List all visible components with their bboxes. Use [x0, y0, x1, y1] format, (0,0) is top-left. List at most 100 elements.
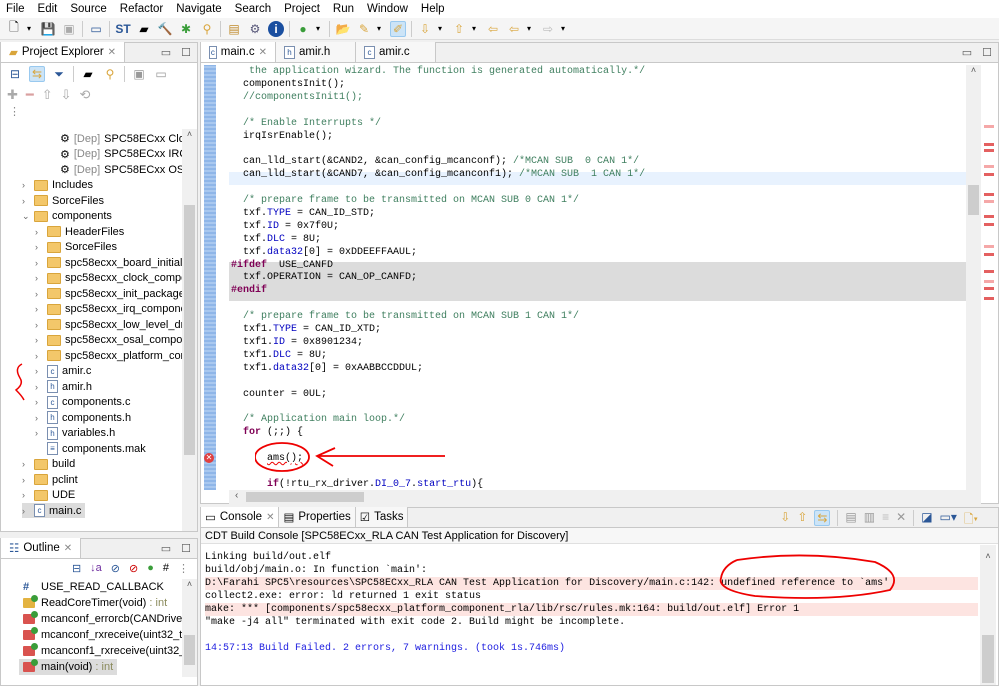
- flash-icon[interactable]: ▰: [80, 66, 96, 82]
- code-line[interactable]: txf.DLC = 8U;: [231, 233, 321, 246]
- code-line[interactable]: /* Application main loop.*/: [231, 413, 405, 426]
- chevron-icon[interactable]: ›: [35, 397, 43, 407]
- tree-item[interactable]: › pclint: [22, 472, 78, 487]
- outline-item[interactable]: mcanconf_rxreceive(uint32_t,: [23, 627, 185, 643]
- chevron-icon[interactable]: ›: [22, 180, 30, 190]
- ruler-mark[interactable]: [984, 287, 994, 290]
- ruler-mark[interactable]: [984, 200, 994, 203]
- code-line[interactable]: //componentsInit1();: [231, 91, 363, 104]
- code-line[interactable]: irqIsrEnable();: [231, 130, 333, 143]
- ruler-mark[interactable]: [984, 215, 994, 218]
- outline-item[interactable]: # USE_READ_CALLBACK: [23, 579, 164, 595]
- maximize-icon[interactable]: ☐: [181, 542, 191, 555]
- tree-item[interactable]: ⌄ components: [22, 209, 112, 224]
- overview-ruler[interactable]: [982, 65, 997, 490]
- tree-item[interactable]: › SorceFiles: [22, 193, 104, 208]
- menu-window[interactable]: Window: [367, 3, 408, 15]
- tree-item[interactable]: › h variables.h: [35, 426, 115, 441]
- clean-broom-icon[interactable]: ⚲: [199, 21, 215, 37]
- ruler-mark[interactable]: [984, 270, 994, 273]
- dropdown-icon[interactable]: ▾: [527, 24, 535, 33]
- tab-console[interactable]: ▭ Console ✕: [201, 507, 280, 527]
- collapse-all-icon[interactable]: ⊟: [72, 562, 81, 575]
- scrollbar-thumb[interactable]: [982, 635, 994, 683]
- outline-item[interactable]: ReadCoreTimer(void) : int: [23, 595, 167, 611]
- error-marker-icon[interactable]: ✕: [204, 453, 214, 463]
- tree-item[interactable]: ⚙[Dep]SPC58ECxx IRQ Cor: [48, 147, 182, 162]
- chevron-icon[interactable]: ›: [35, 428, 43, 438]
- up-icon[interactable]: ⇧: [42, 87, 53, 103]
- hide-fields-icon[interactable]: ⊘: [111, 562, 120, 575]
- menu-help[interactable]: Help: [421, 3, 445, 15]
- chevron-icon[interactable]: ›: [35, 382, 43, 392]
- clear-console-icon[interactable]: ▤: [845, 510, 856, 531]
- scrollbar-thumb[interactable]: [184, 635, 195, 665]
- code-line[interactable]: /* prepare frame to be transmitted on MC…: [231, 194, 579, 207]
- outline-scrollbar[interactable]: ˄: [182, 579, 197, 677]
- hide-macro-icon[interactable]: #: [163, 562, 169, 574]
- close-icon[interactable]: ✕: [266, 512, 274, 523]
- code-line[interactable]: componentsInit();: [231, 78, 345, 91]
- code-line[interactable]: #endif: [231, 284, 267, 297]
- chevron-icon[interactable]: ›: [22, 196, 30, 206]
- info-icon[interactable]: i: [268, 20, 284, 37]
- chevron-icon[interactable]: ›: [35, 351, 43, 361]
- next-annotation-icon[interactable]: ⇩: [417, 21, 433, 37]
- code-line[interactable]: txf1.DLC = 8U;: [231, 349, 327, 362]
- outline-item[interactable]: main(void) : int: [19, 659, 118, 675]
- editor-scrollbar[interactable]: ˄: [966, 65, 981, 490]
- package-icon[interactable]: ▤: [226, 21, 242, 37]
- remove-icon[interactable]: ━: [26, 87, 34, 103]
- ruler-mark[interactable]: [984, 173, 994, 176]
- open-folder-icon[interactable]: 📂: [335, 21, 351, 37]
- add-icon[interactable]: ✚: [7, 87, 18, 103]
- more-options-icon[interactable]: ⋮: [1, 105, 197, 118]
- sort-icon[interactable]: ↓a: [90, 562, 102, 574]
- code-line[interactable]: the application wizard. The function is …: [231, 65, 645, 78]
- minimize-icon[interactable]: ▭: [962, 46, 972, 59]
- tree-item[interactable]: › UDE: [22, 488, 75, 503]
- debug-bug-icon[interactable]: ✱: [178, 21, 194, 37]
- code-line[interactable]: /* prepare frame to be transmitted on MC…: [231, 310, 579, 323]
- tree-item[interactable]: › build: [22, 457, 75, 472]
- scroll-up-icon[interactable]: ⇧: [797, 510, 807, 531]
- ruler-mark[interactable]: [984, 143, 994, 146]
- settings-gear-icon[interactable]: ⚙: [247, 21, 263, 37]
- chevron-icon[interactable]: ›: [35, 227, 43, 237]
- code-line[interactable]: txf.OPERATION = CAN_OP_CANFD;: [231, 271, 417, 284]
- code-line[interactable]: /* Enable Interrupts */: [231, 117, 381, 130]
- chevron-icon[interactable]: ›: [35, 242, 43, 252]
- code-line[interactable]: txf.TYPE = CAN_ID_STD;: [231, 207, 375, 220]
- terminal-icon[interactable]: ▭: [88, 21, 104, 37]
- code-line[interactable]: counter = 0UL;: [231, 388, 327, 401]
- chevron-icon[interactable]: ›: [22, 475, 30, 485]
- outline-item[interactable]: mcanconf_errorcb(CANDriver: [23, 611, 186, 627]
- tree-item[interactable]: › spc58ecxx_osal_compone: [35, 333, 182, 348]
- dropdown-icon[interactable]: ▾: [27, 24, 35, 33]
- editor-hscrollbar[interactable]: ‹: [229, 490, 981, 504]
- lock-icon[interactable]: ▥: [864, 510, 875, 531]
- ruler-mark[interactable]: [984, 125, 994, 128]
- tree-item[interactable]: › HeaderFiles: [35, 224, 124, 239]
- tree-item[interactable]: ≡ components.mak: [35, 441, 146, 456]
- tree-item[interactable]: › spc58ecxx_init_package_c: [35, 286, 182, 301]
- pencil-icon[interactable]: ✎: [356, 21, 372, 37]
- chevron-icon[interactable]: ›: [35, 320, 43, 330]
- ruler-mark[interactable]: [984, 223, 994, 226]
- tree-item[interactable]: ⚙[Dep]SPC58ECxx Clock C: [48, 131, 182, 146]
- chevron-icon[interactable]: ›: [22, 506, 30, 516]
- outline-item[interactable]: mcanconf1_rxreceive(uint32_t: [23, 643, 188, 659]
- tab-project-explorer[interactable]: ▰ Project Explorer ✕: [1, 42, 126, 62]
- run-icon[interactable]: ●: [295, 21, 311, 37]
- tree-scrollbar[interactable]: ˄: [182, 129, 197, 531]
- chevron-icon[interactable]: ›: [35, 273, 43, 283]
- prev-annotation-icon[interactable]: ⇧: [451, 21, 467, 37]
- chevron-icon[interactable]: ›: [35, 258, 43, 268]
- scroll-lock-down-icon[interactable]: ⇩: [780, 510, 790, 531]
- flash-icon[interactable]: ▰: [136, 21, 152, 37]
- more-options-icon[interactable]: ⋮: [178, 562, 189, 575]
- dropdown-icon[interactable]: ▾: [377, 24, 385, 33]
- save-icon[interactable]: 💾: [40, 21, 56, 37]
- scrollbar-thumb[interactable]: [184, 205, 195, 455]
- remove-launch-icon[interactable]: ✕: [896, 510, 906, 531]
